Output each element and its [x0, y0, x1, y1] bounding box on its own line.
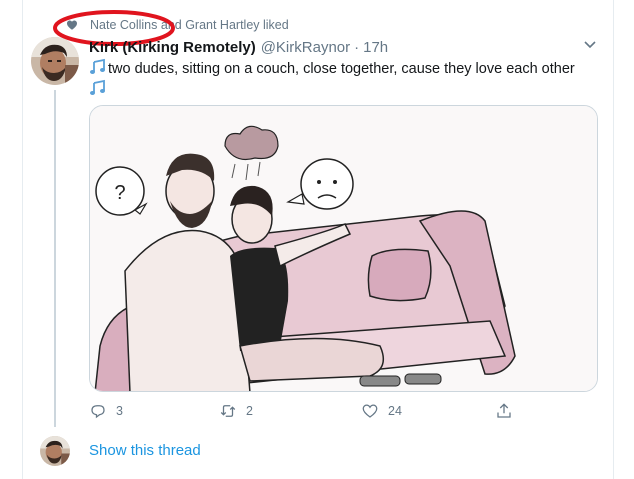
- tweet-header: Kirk (Kirking Remotely) @KirkRaynor · 17…: [89, 37, 388, 57]
- musical-notes-icon: [90, 58, 105, 74]
- tweet-actions: 3 2 24: [89, 400, 529, 422]
- retweet-button[interactable]: 2: [219, 400, 253, 422]
- reply-count: 3: [116, 404, 123, 418]
- svg-text:?: ?: [114, 182, 125, 204]
- thread-line: [54, 90, 56, 427]
- share-icon: [497, 403, 511, 418]
- reply-button[interactable]: 3: [89, 400, 123, 422]
- couch-illustration-image: ?: [90, 106, 597, 391]
- like-count: 24: [388, 404, 402, 418]
- share-button[interactable]: [495, 400, 522, 422]
- display-name[interactable]: Kirk (Kirking Remotely): [89, 39, 256, 56]
- user-handle[interactable]: @KirkRaynor: [261, 39, 350, 56]
- avatar-small[interactable]: [40, 436, 70, 466]
- tweet-body: two dudes, sitting on a couch, close tog…: [108, 61, 575, 77]
- tweet-text: two dudes, sitting on a couch, close tog…: [89, 58, 609, 100]
- reply-icon: [91, 405, 105, 419]
- retweet-count: 2: [246, 404, 253, 418]
- heart-icon: [362, 404, 378, 418]
- timestamp[interactable]: 17h: [363, 39, 388, 56]
- chevron-down-icon[interactable]: [582, 38, 598, 52]
- tweet-media-image[interactable]: ?: [89, 105, 598, 392]
- musical-notes-icon: [90, 79, 105, 95]
- like-button[interactable]: 24: [361, 400, 402, 422]
- retweet-icon: [220, 405, 236, 417]
- avatar[interactable]: [31, 37, 79, 85]
- separator-dot: ·: [354, 38, 360, 56]
- show-thread-link[interactable]: Show this thread: [89, 441, 201, 461]
